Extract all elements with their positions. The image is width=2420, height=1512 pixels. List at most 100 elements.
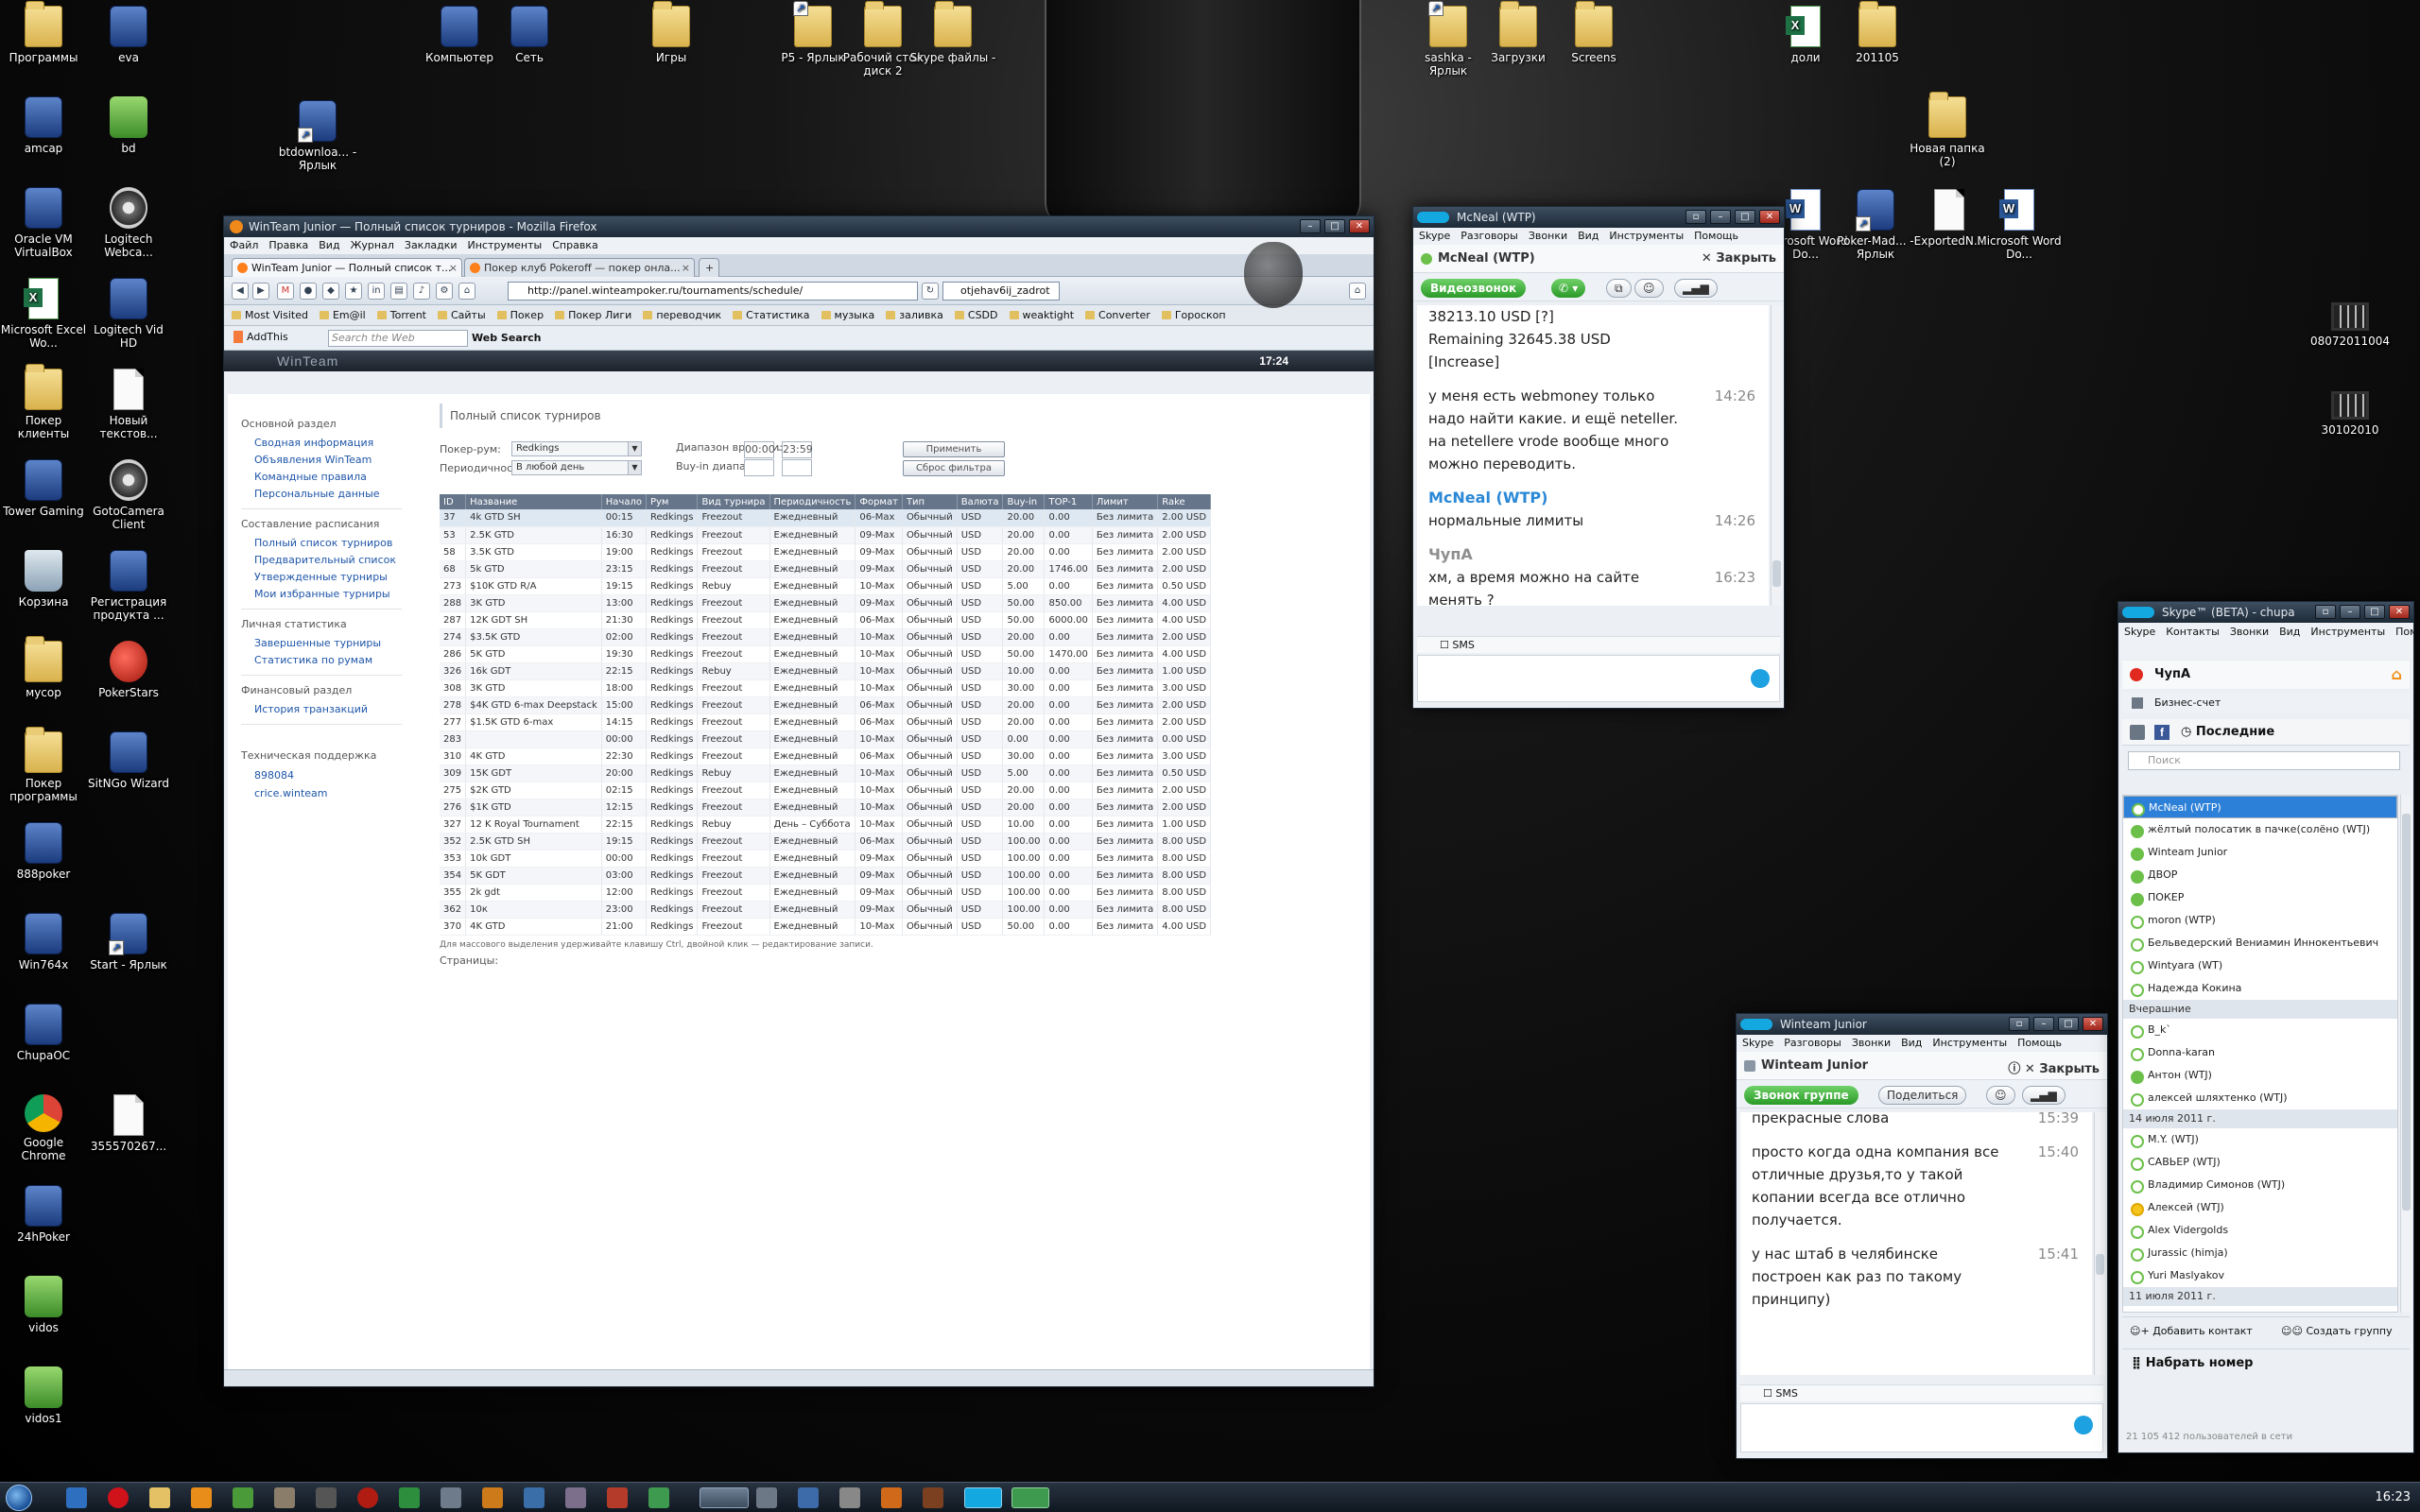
- restore-button[interactable]: ▫: [1685, 210, 1706, 224]
- desktop-icon[interactable]: Корзина: [0, 550, 87, 609]
- addon-icon[interactable]: ★: [345, 283, 362, 300]
- menu-item[interactable]: Инструменты: [2310, 626, 2385, 638]
- desktop-icon[interactable]: 201105: [1834, 1, 1921, 64]
- time-from-input[interactable]: 00:00: [744, 441, 775, 458]
- skype-contact[interactable]: crice.winteam: [241, 784, 402, 802]
- status-icon[interactable]: [2130, 668, 2143, 681]
- contact-item[interactable]: Надежда Кокина: [2123, 977, 2397, 1000]
- contact-item[interactable]: жёлтый полосатик в пачке(солёно (WTJ): [2123, 818, 2397, 841]
- table-row[interactable]: 370 4K GTD 21:00 Redkings Freezout Ежедневный…: [440, 918, 1212, 936]
- column-header[interactable]: TOP-1: [1044, 494, 1093, 509]
- group-call-button[interactable]: Звонок группе: [1744, 1086, 1858, 1105]
- sidebar-link[interactable]: Полный список турниров: [241, 535, 402, 552]
- minimize-button[interactable]: –: [2340, 605, 2360, 619]
- app-icon[interactable]: [881, 1487, 902, 1508]
- reset-filter-button[interactable]: Сброс фильтра: [903, 460, 1005, 476]
- menu-item[interactable]: Разговоры: [1784, 1037, 1841, 1049]
- contact-item[interactable]: Владимир Симонов (WTJ): [2123, 1174, 2397, 1196]
- menu-item[interactable]: Звонки: [1852, 1037, 1891, 1049]
- desktop-icon[interactable]: PokerStars: [85, 641, 172, 699]
- menu-item[interactable]: Файл: [230, 239, 258, 251]
- menu-item[interactable]: Вид: [1901, 1037, 1922, 1049]
- desktop-icon[interactable]: Регистрация продукта ...: [85, 550, 172, 622]
- addon-icon[interactable]: ♪: [413, 283, 430, 300]
- restore-button[interactable]: ▫: [2009, 1017, 2030, 1031]
- sidebar-link[interactable]: История транзакций: [241, 701, 402, 718]
- table-row[interactable]: 355 2k gdt 12:00 Redkings Freezout Ежедневный…: [440, 884, 1212, 902]
- app-icon[interactable]: [399, 1487, 420, 1508]
- table-row[interactable]: 287 12K GDT SH 21:30 Redkings Freezout Ежедне…: [440, 611, 1212, 629]
- contact-item[interactable]: Donna-karan: [2123, 1041, 2397, 1064]
- menu-item[interactable]: Skype: [1419, 230, 1450, 242]
- menu-item[interactable]: Вид: [2279, 626, 2300, 638]
- dial-button[interactable]: ⣿ Набрать номер: [2122, 1349, 2410, 1377]
- start-button[interactable]: [6, 1485, 32, 1511]
- table-row[interactable]: 309 15K GDT 20:00 Redkings Rebuy Ежедневный 10…: [440, 765, 1212, 782]
- sms-checkbox[interactable]: ☐ SMS: [1440, 639, 1475, 651]
- contact-item[interactable]: САВЬЕР (WTJ): [2123, 1151, 2397, 1174]
- desktop-icon[interactable]: Logitech Vid HD: [85, 278, 172, 350]
- bookmark-item[interactable]: Torrent: [377, 309, 426, 321]
- winamp-taskbar-button[interactable]: [1011, 1487, 1049, 1508]
- app-icon[interactable]: [565, 1487, 586, 1508]
- desktop-icon[interactable]: Skype файлы -: [909, 1, 996, 64]
- recent-tab[interactable]: ◷ Последние: [2181, 724, 2274, 741]
- message-input[interactable]: [1417, 655, 1780, 702]
- minimize-button[interactable]: –: [1300, 219, 1321, 233]
- app-icon[interactable]: [923, 1487, 943, 1508]
- sidebar-link[interactable]: Предварительный список: [241, 552, 402, 569]
- app-icon[interactable]: [756, 1487, 777, 1508]
- contact-item[interactable]: Алексей (WTJ): [2123, 1196, 2397, 1219]
- table-row[interactable]: 327 12 K Royal Tournament 22:15 Redkings Reb…: [440, 816, 1212, 833]
- app-icon[interactable]: [524, 1487, 544, 1508]
- desktop-icon[interactable]: vidos: [0, 1276, 87, 1334]
- add-contact-button[interactable]: ☺+ Добавить контакт: [2130, 1317, 2253, 1346]
- bookmark-item[interactable]: Гороскоп: [1162, 309, 1226, 321]
- menu-item[interactable]: Инструменты: [1932, 1037, 2007, 1049]
- contact-item[interactable]: Jurassic (himja): [2123, 1242, 2397, 1264]
- contact-search[interactable]: Поиск: [2128, 751, 2400, 770]
- table-row[interactable]: 362 10к 23:00 Redkings Freezout Ежедневный 09-…: [440, 901, 1212, 919]
- icq-contact[interactable]: 898084: [241, 766, 402, 784]
- contact-item[interactable]: Alex Vidergolds: [2123, 1219, 2397, 1242]
- desktop-icon[interactable]: 30102010: [2307, 382, 2394, 437]
- desktop-icon[interactable]: Игры: [628, 1, 715, 64]
- media-player-icon[interactable]: [191, 1487, 212, 1508]
- app-icon[interactable]: [316, 1487, 337, 1508]
- close-button[interactable]: ✕: [1759, 210, 1780, 224]
- table-row[interactable]: 273 $10K GTD R/A 19:15 Redkings Rebuy Ежеднев…: [440, 577, 1212, 595]
- screen-share-icon[interactable]: ⧉: [1606, 279, 1632, 298]
- desktop-icon[interactable]: 888poker: [0, 822, 87, 881]
- contacts-tab-icon[interactable]: [2130, 725, 2145, 740]
- message-input[interactable]: [1740, 1403, 2103, 1452]
- web-search-button[interactable]: Web Search: [472, 330, 542, 347]
- close-button[interactable]: ✕: [1349, 219, 1370, 233]
- video-call-button[interactable]: Видеозвонок: [1421, 279, 1527, 298]
- table-row[interactable]: 275 $2K GTD 02:15 Redkings Freezout Ежедневны…: [440, 782, 1212, 799]
- menu-item[interactable]: Правка: [268, 239, 308, 251]
- contact-item[interactable]: ДВОР: [2123, 864, 2397, 886]
- contact-scrollbar[interactable]: [2400, 795, 2411, 1313]
- web-search-input[interactable]: Search the Web: [328, 330, 468, 347]
- back-button[interactable]: ◀: [232, 283, 249, 300]
- skype-titlebar[interactable]: Skype™ (BETA) - chupa ▫ – □ ✕: [2118, 602, 2413, 623]
- table-row[interactable]: 352 2.5K GTD SH 19:15 Redkings Freezout Ежедн…: [440, 833, 1212, 850]
- add-people-icon[interactable]: ☺: [1634, 279, 1664, 298]
- contact-item[interactable]: В_k`: [2123, 1019, 2397, 1041]
- linkedin-icon[interactable]: in: [368, 283, 385, 300]
- desktop-icon[interactable]: Покер программы: [0, 727, 87, 803]
- contact-item[interactable]: Антон (WTJ): [2123, 1064, 2397, 1087]
- sidebar-link[interactable]: Статистика по румам: [241, 652, 402, 669]
- home-button[interactable]: ⌂: [1349, 283, 1366, 300]
- desktop-icon[interactable]: bd: [85, 96, 172, 155]
- contact-item[interactable]: moron (WTP): [2123, 909, 2397, 932]
- column-header[interactable]: ID: [440, 494, 467, 509]
- app-icon[interactable]: [482, 1487, 503, 1508]
- close-button[interactable]: ✕: [2389, 605, 2410, 619]
- app-icon[interactable]: [441, 1487, 461, 1508]
- apply-button[interactable]: Применить: [903, 441, 1005, 457]
- skype-titlebar[interactable]: McNeal (WTP) ▫ – □ ✕: [1413, 207, 1784, 228]
- addon-icon[interactable]: ◆: [322, 283, 339, 300]
- addon-icon[interactable]: ▤: [390, 283, 407, 300]
- tab-winteam[interactable]: WinTeam Junior — Полный список т... ×: [232, 258, 462, 277]
